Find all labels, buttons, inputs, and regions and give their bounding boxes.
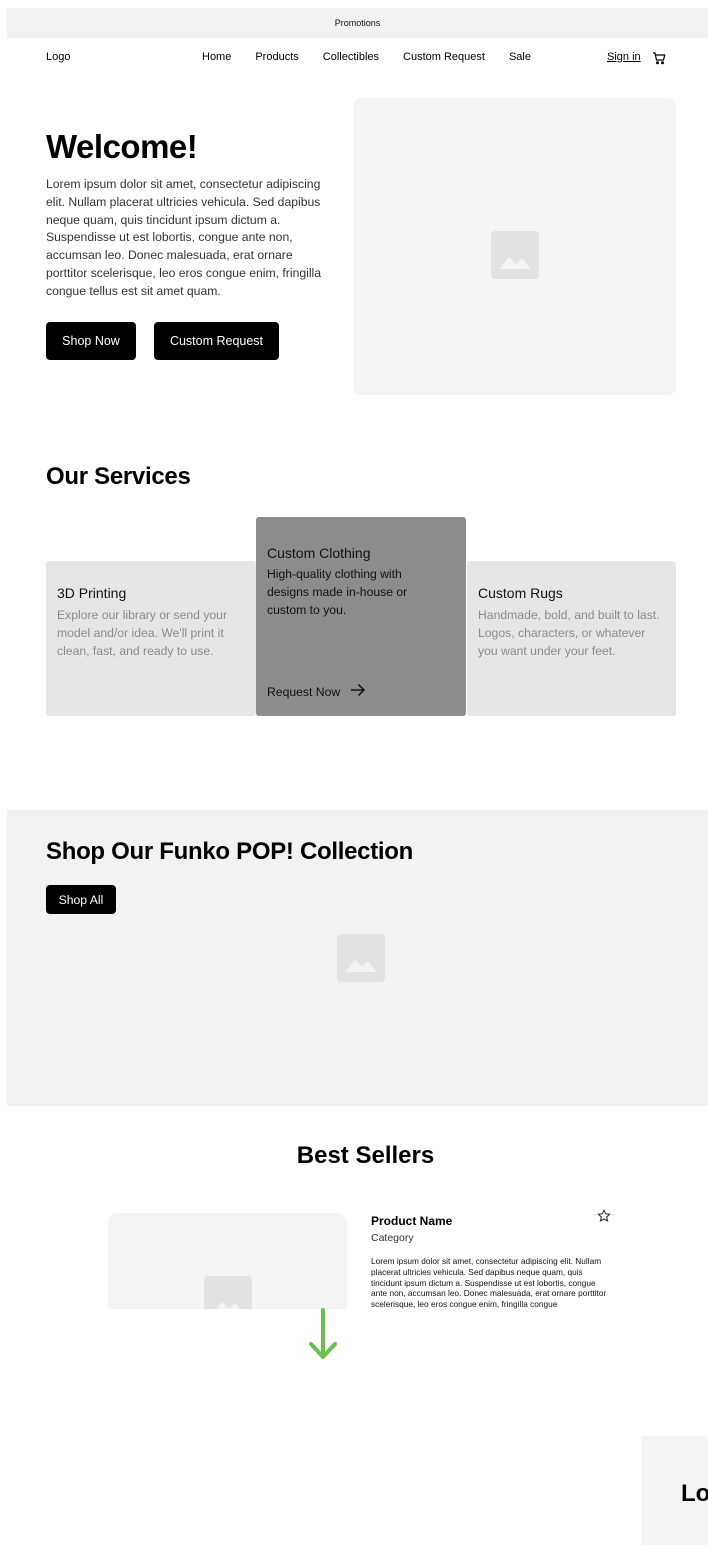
nav-sale[interactable]: Sale xyxy=(509,51,531,63)
request-now-label: Request Now xyxy=(267,684,341,699)
product-category: Category xyxy=(371,1232,414,1244)
hero-image-placeholder xyxy=(353,98,676,395)
service-card-custom-rugs[interactable]: Custom Rugs Handmade, bold, and built to… xyxy=(467,561,676,716)
custom-request-button[interactable]: Custom Request xyxy=(154,322,279,360)
logo[interactable]: Logo xyxy=(46,51,70,63)
service-card-custom-clothing[interactable]: Custom Clothing High-quality clothing wi… xyxy=(256,517,466,716)
best-sellers-section: Best Sellers Product Name Category Lorem… xyxy=(7,1106,708,1309)
service-card-text: High-quality clothing with designs made … xyxy=(267,567,408,617)
request-now-link[interactable]: Request Now xyxy=(267,683,366,700)
service-card-text: Handmade, bold, and built to last. Logos… xyxy=(478,608,660,658)
image-placeholder-icon xyxy=(337,934,385,982)
sign-in-link[interactable]: Sign in xyxy=(607,51,641,63)
partial-logo-panel: Lo xyxy=(641,1436,708,1545)
funko-title: Shop Our Funko POP! Collection xyxy=(46,838,413,865)
service-card-title: 3D Printing xyxy=(57,585,127,601)
funko-section: Shop Our Funko POP! Collection Shop All xyxy=(7,810,708,1106)
service-card-3d-printing[interactable]: 3D Printing Explore our library or send … xyxy=(46,561,256,716)
cart-icon[interactable] xyxy=(652,51,666,65)
product-image-placeholder[interactable] xyxy=(108,1213,347,1309)
page: Promotions Logo Home Products Collectibl… xyxy=(7,8,708,1309)
promotions-bar: Promotions xyxy=(7,8,708,38)
partial-logo-text: Lo xyxy=(681,1480,708,1507)
shop-all-button[interactable]: Shop All xyxy=(46,885,116,914)
hero-section: Welcome! Lorem ipsum dolor sit amet, con… xyxy=(7,78,708,440)
nav-custom-request[interactable]: Custom Request xyxy=(403,51,485,63)
service-card-title: Custom Rugs xyxy=(478,585,563,601)
promotions-text: Promotions xyxy=(334,18,381,28)
image-placeholder-icon xyxy=(204,1276,252,1309)
shop-now-button[interactable]: Shop Now xyxy=(46,322,136,360)
nav-products[interactable]: Products xyxy=(255,51,298,63)
services-title: Our Services xyxy=(46,463,191,490)
product-description: Lorem ipsum dolor sit amet, consectetur … xyxy=(371,1256,607,1309)
services-section: Our Services 3D Printing Explore our lib… xyxy=(7,440,708,810)
service-card-title: Custom Clothing xyxy=(267,545,371,561)
best-sellers-title: Best Sellers xyxy=(296,1142,435,1169)
hero-body: Lorem ipsum dolor sit amet, consectetur … xyxy=(46,177,322,298)
nav-home[interactable]: Home xyxy=(202,51,231,63)
service-card-text: Explore our library or send your model a… xyxy=(57,608,228,658)
top-nav: Logo Home Products Collectibles Custom R… xyxy=(7,38,708,78)
nav-links: Home Products Collectibles Custom Reques… xyxy=(202,51,531,63)
product-name[interactable]: Product Name xyxy=(371,1214,452,1228)
arrow-right-icon xyxy=(350,683,366,700)
star-icon[interactable] xyxy=(597,1208,611,1223)
image-placeholder-icon xyxy=(491,231,539,279)
arrow-down-icon xyxy=(306,1306,340,1362)
hero-title: Welcome! xyxy=(46,128,198,165)
nav-collectibles[interactable]: Collectibles xyxy=(323,51,379,63)
